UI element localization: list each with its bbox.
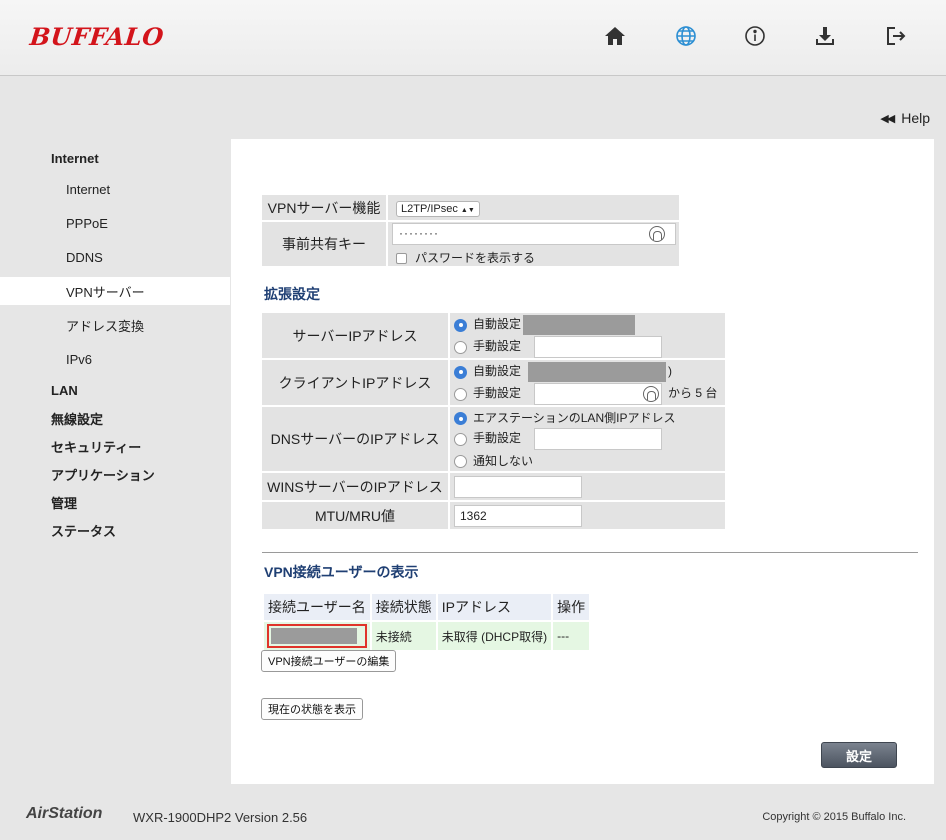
table-row: 未接続 未取得 (DHCP取得) --- xyxy=(264,622,590,650)
col-username: 接続ユーザー名 xyxy=(264,594,370,620)
dns-manual-label: 手動設定 xyxy=(473,431,522,446)
col-status: 接続状態 xyxy=(371,594,436,620)
edit-vpn-users-button[interactable]: VPN接続ユーザーの編集 xyxy=(261,650,397,672)
model-version: WXR-1900DHP2 Version 2.56 xyxy=(133,810,308,825)
server-ip-cell: 自動設定 手動設定 xyxy=(450,313,725,358)
sidebar-item-wireless[interactable]: 無線設定 xyxy=(0,404,230,432)
op-cell: --- xyxy=(553,622,590,650)
dns-manual-radio[interactable] xyxy=(454,432,467,446)
vpn-settings-table: VPNサーバー機能 L2TP/IPsec ▲▼ 事前共有キー ········ … xyxy=(260,193,681,268)
sidebar-item-security[interactable]: セキュリティー xyxy=(0,432,230,460)
sidebar-item-admin[interactable]: 管理 xyxy=(0,488,230,516)
airstation-logo: AirStation xyxy=(26,805,103,822)
help-link[interactable]: ◀◀ Help xyxy=(880,110,930,126)
username-cell xyxy=(264,622,370,650)
wins-input[interactable] xyxy=(454,475,582,498)
collapse-arrows-icon: ◀◀ xyxy=(880,112,895,125)
server-ip-manual-label: 手動設定 xyxy=(473,339,522,354)
client-ip-manual-input[interactable] xyxy=(534,383,663,405)
col-ip: IPアドレス xyxy=(437,594,552,620)
home-icon[interactable] xyxy=(601,22,629,50)
dns-cell: エアステーションのLAN側IPアドレス 手動設定 通知しない xyxy=(450,407,725,471)
sidebar-item-ddns[interactable]: DDNS xyxy=(0,243,230,271)
psk-input[interactable]: ········ xyxy=(392,223,676,245)
globe-icon[interactable] xyxy=(672,22,700,50)
mtu-input[interactable]: 1362 xyxy=(454,504,582,527)
server-ip-auto-value xyxy=(523,315,636,335)
server-ip-manual-input[interactable] xyxy=(534,336,663,358)
server-ip-manual-radio[interactable] xyxy=(454,340,467,354)
vpn-function-cell: L2TP/IPsec ▲▼ xyxy=(388,195,679,220)
client-range-suffix: から 5 台 xyxy=(668,386,718,401)
client-ip-auto-value xyxy=(528,362,667,382)
submit-button[interactable]: 設定 xyxy=(821,742,897,768)
show-password-checkbox[interactable] xyxy=(396,253,407,265)
col-operation: 操作 xyxy=(553,594,590,620)
client-ip-auto-label: 自動設定 xyxy=(473,364,522,379)
dns-manual-input[interactable] xyxy=(534,428,663,450)
table-header-row: 接続ユーザー名 接続状態 IPアドレス 操作 xyxy=(264,594,590,620)
main-panel: VPNサーバー機能 L2TP/IPsec ▲▼ 事前共有キー ········ … xyxy=(231,139,934,784)
vpn-users-table: 接続ユーザー名 接続状態 IPアドレス 操作 未接続 未取得 (DHCP取得) … xyxy=(262,592,591,652)
vpn-function-value: L2TP/IPsec xyxy=(401,203,458,215)
info-icon[interactable] xyxy=(741,22,769,50)
wins-cell xyxy=(450,473,725,500)
fingerprint-icon[interactable] xyxy=(643,386,660,402)
sidebar-item-lan[interactable]: LAN xyxy=(0,376,230,404)
client-ip-label: クライアントIPアドレス xyxy=(262,360,448,405)
sidebar-item-vpn-server[interactable]: VPNサーバー xyxy=(0,277,230,305)
sidebar-item-pppoe[interactable]: PPPoE xyxy=(0,209,230,237)
dns-none-label: 通知しない xyxy=(473,454,534,468)
ip-cell: 未取得 (DHCP取得) xyxy=(437,622,552,650)
client-ip-cell: 自動設定) 手動設定 から 5 台 xyxy=(450,360,725,405)
help-label: Help xyxy=(901,110,930,126)
dns-lan-label: エアステーションのLAN側IPアドレス xyxy=(473,411,676,425)
sidebar-item-internet-sub[interactable]: Internet xyxy=(0,175,230,203)
advanced-settings-title: 拡張設定 xyxy=(264,286,320,302)
dns-lan-radio[interactable] xyxy=(454,412,467,426)
buffalo-logo: BUFFALO xyxy=(28,22,166,51)
client-ip-manual-radio[interactable] xyxy=(454,387,467,401)
fingerprint-icon[interactable] xyxy=(649,226,665,242)
username-value xyxy=(271,628,357,644)
status-cell: 未接続 xyxy=(371,622,436,650)
client-ip-auto-radio[interactable] xyxy=(454,365,467,379)
select-arrows-icon: ▲▼ xyxy=(460,207,475,214)
sidebar-item-applications[interactable]: アプリケーション xyxy=(0,460,230,488)
mtu-label: MTU/MRU値 xyxy=(262,502,448,529)
dns-label: DNSサーバーのIPアドレス xyxy=(262,407,448,471)
vpn-users-title: VPN接続ユーザーの表示 xyxy=(264,564,419,580)
dns-none-radio[interactable] xyxy=(454,455,467,469)
client-ip-manual-label: 手動設定 xyxy=(473,386,522,401)
server-ip-auto-label: 自動設定 xyxy=(473,317,522,332)
show-password-label: パスワードを表示する xyxy=(415,251,536,265)
sidebar-item-status[interactable]: ステータス xyxy=(0,516,230,544)
psk-value: ········ xyxy=(399,226,439,240)
psk-label: 事前共有キー xyxy=(262,222,386,266)
wins-label: WINSサーバーのIPアドレス xyxy=(262,473,448,500)
section-divider xyxy=(262,552,918,553)
vpn-function-select[interactable]: L2TP/IPsec ▲▼ xyxy=(396,201,480,217)
mtu-cell: 1362 xyxy=(450,502,725,529)
psk-cell: ········ パスワードを表示する xyxy=(388,222,679,266)
advanced-table: サーバーIPアドレス 自動設定 手動設定 クライアントIPアドレス 自動設定) … xyxy=(260,311,727,531)
server-ip-label: サーバーIPアドレス xyxy=(262,313,448,358)
vpn-function-label: VPNサーバー機能 xyxy=(262,195,386,220)
sidebar-item-internet[interactable]: Internet xyxy=(0,144,230,172)
download-icon[interactable] xyxy=(811,22,839,50)
client-ip-paren: ) xyxy=(668,364,673,379)
copyright: Copyright © 2015 Buffalo Inc. xyxy=(762,811,906,823)
header: BUFFALO xyxy=(0,0,946,76)
server-ip-auto-radio[interactable] xyxy=(454,318,467,332)
show-status-button[interactable]: 現在の状態を表示 xyxy=(261,698,363,720)
logout-icon[interactable] xyxy=(881,22,909,50)
sidebar-item-ipv6[interactable]: IPv6 xyxy=(0,345,230,373)
sidebar-item-nat[interactable]: アドレス変換 xyxy=(0,311,230,339)
